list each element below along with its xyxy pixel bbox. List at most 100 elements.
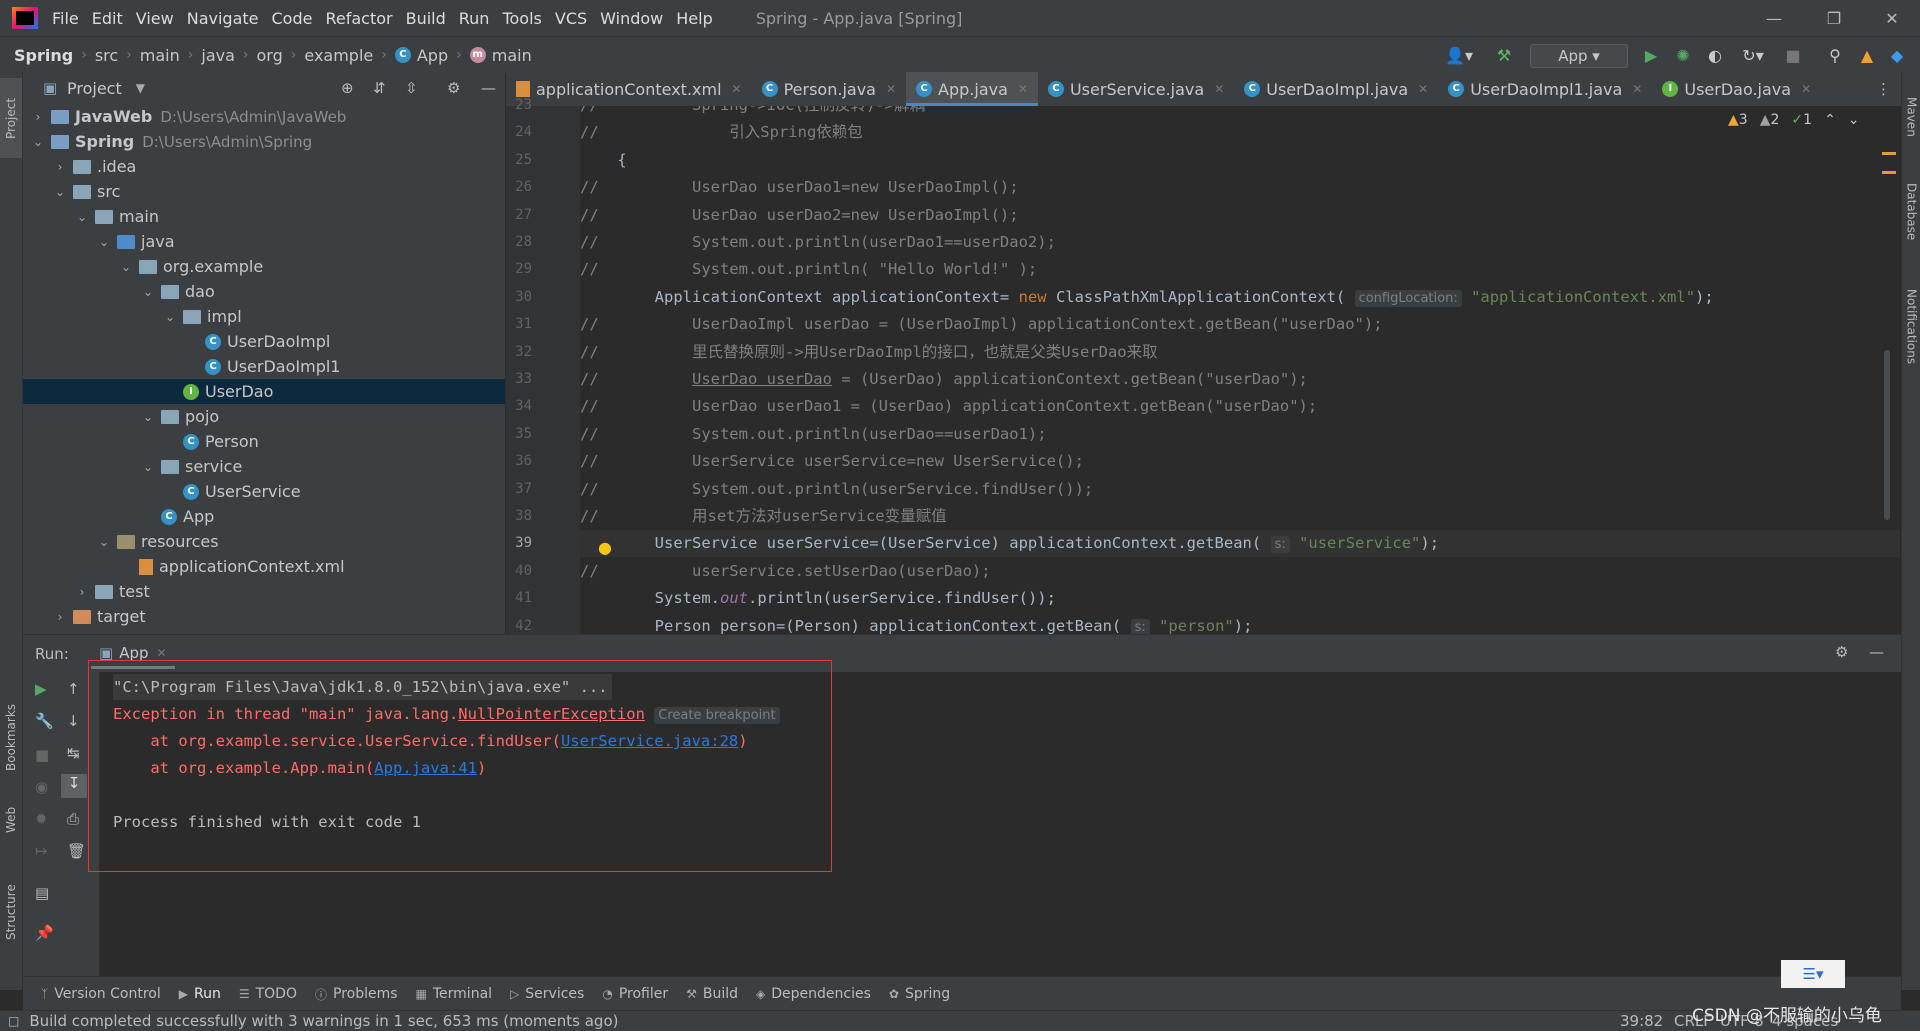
menu-edit[interactable]: Edit [92, 9, 123, 28]
tab-dependencies[interactable]: ◈ Dependencies [756, 986, 871, 1002]
code-line[interactable]: ApplicationContext applicationContext= n… [580, 284, 1900, 311]
chevron-down-icon[interactable]: ⌄ [53, 185, 67, 199]
minimize-icon[interactable]: — [1746, 0, 1802, 36]
tree-item[interactable]: › test [23, 579, 505, 604]
close-icon[interactable]: ✕ [886, 82, 896, 96]
close-icon[interactable]: ✕ [1018, 82, 1028, 96]
chevron-right-icon[interactable]: › [31, 110, 45, 124]
tree-item[interactable]: C Person [23, 429, 505, 454]
exit-icon[interactable]: ↦ [35, 842, 48, 860]
line-number[interactable]: 41 [506, 585, 532, 612]
chevron-down-icon[interactable]: ⌄ [97, 535, 111, 549]
editor-tab[interactable]: I UserDao.java ✕ [1652, 72, 1821, 106]
menu-refactor[interactable]: Refactor [325, 9, 392, 28]
code-line[interactable]: { [580, 147, 1900, 174]
tree-item[interactable]: › JavaWeb D:\Users\Admin\JavaWeb [23, 104, 505, 129]
project-panel-title[interactable]: Project [67, 79, 122, 98]
tree-item[interactable]: ⌄ org.example [23, 254, 505, 279]
tree-item[interactable]: ⌄ main [23, 204, 505, 229]
line-number[interactable]: 25 [506, 147, 532, 174]
menu-file[interactable]: File [52, 9, 79, 28]
status-toggle-icon[interactable]: □ [8, 1014, 19, 1028]
tab-version-control[interactable]: ᛉ Version Control [41, 986, 161, 1002]
chevron-down-icon[interactable]: ⌄ [97, 235, 111, 249]
breadcrumb-example[interactable]: example [304, 46, 373, 65]
chevron-down-icon[interactable]: ▼ [136, 81, 145, 95]
chevron-right-icon[interactable]: › [75, 585, 89, 599]
inspection-widget[interactable]: ▲3 ▲2 ✓1 ⌃ ⌄ [1728, 112, 1860, 128]
chevron-down-icon[interactable]: ⌄ [141, 460, 155, 474]
line-number[interactable]: 33 [506, 366, 532, 393]
stripe-structure[interactable]: Structure [0, 872, 22, 952]
code-line[interactable]: // UserDaoImpl userDao = (UserDaoImpl) a… [580, 311, 1900, 338]
stop-icon[interactable]: ■ [1782, 44, 1804, 66]
code-line[interactable]: // UserDao userDao2=new UserDaoImpl(); [580, 202, 1900, 229]
line-number[interactable]: 40 [506, 558, 532, 585]
chevron-right-icon[interactable]: › [53, 160, 67, 174]
menu-view[interactable]: View [136, 9, 174, 28]
stripe-notifications[interactable]: Notifications [1902, 272, 1920, 382]
tree-item[interactable]: ⌄ dao [23, 279, 505, 304]
code-editor[interactable]: // Spring->IOC(控制反转)->解耦// 引入Spring依赖包 {… [580, 106, 1900, 634]
camera-icon[interactable]: ◉ [35, 778, 48, 796]
breadcrumb-method-main[interactable]: m main [469, 46, 532, 65]
line-number[interactable]: 23 [506, 92, 532, 119]
close-window-icon[interactable]: ✕ [1864, 0, 1920, 36]
menu-build[interactable]: Build [406, 9, 446, 28]
print-icon[interactable]: ⎙ [67, 810, 79, 828]
close-icon[interactable]: ✕ [1214, 82, 1224, 96]
update-icon[interactable]: ▲ [1856, 44, 1878, 66]
breadcrumb-app[interactable]: C App [394, 46, 448, 65]
code-line[interactable]: // userService.setUserDao(userDao); [580, 558, 1900, 585]
tab-terminal[interactable]: ▦ Terminal [416, 986, 493, 1002]
code-line[interactable]: System.out.println(userService.findUser(… [580, 585, 1900, 612]
more-tabs-icon[interactable]: ⋮ [1876, 80, 1891, 98]
stripe-maven[interactable]: Maven [1902, 82, 1920, 152]
tree-item[interactable]: › target [23, 604, 505, 629]
editor-tab[interactable]: C App.java ✕ [906, 72, 1038, 106]
close-icon[interactable]: ✕ [1632, 82, 1642, 96]
line-number[interactable]: 37 [506, 476, 532, 503]
menu-navigate[interactable]: Navigate [187, 9, 259, 28]
settings-icon[interactable]: ✹ [35, 810, 48, 828]
user-icon[interactable]: 👤▾ [1442, 44, 1476, 66]
code-line[interactable]: // 引入Spring依赖包 [580, 119, 1900, 146]
stripe-database[interactable]: Database [1902, 172, 1920, 252]
tree-item[interactable]: ⌄ src [23, 179, 505, 204]
stripe-project[interactable]: Project [0, 78, 22, 158]
editor-scrollbar[interactable] [1884, 350, 1890, 520]
code-line[interactable]: Person person=(Person) applicationContex… [580, 613, 1900, 634]
stripe-web[interactable]: Web [0, 800, 22, 840]
code-line[interactable]: // UserDao userDao1 = (UserDao) applicat… [580, 393, 1900, 420]
line-number[interactable]: 29 [506, 256, 532, 283]
breadcrumb-main[interactable]: main [140, 46, 180, 65]
arrow-down-icon[interactable]: ↓ [67, 712, 80, 730]
line-number[interactable]: 34 [506, 393, 532, 420]
input-method-icon[interactable]: ☰▾ [1781, 960, 1845, 988]
trash-icon[interactable]: 🗑 [67, 842, 86, 860]
menu-code[interactable]: Code [272, 9, 313, 28]
code-line[interactable]: UserService userService=(UserService) ap… [580, 530, 1900, 558]
line-number[interactable]: 32 [506, 339, 532, 366]
run-config-select[interactable]: App ▾ [1530, 44, 1628, 68]
code-line[interactable]: // System.out.println( "Hello World!" ); [580, 256, 1900, 283]
breadcrumb-org[interactable]: org [257, 46, 283, 65]
coverage-icon[interactable]: ◐ [1704, 44, 1726, 66]
arrow-up-icon[interactable]: ↑ [67, 680, 80, 698]
tree-item[interactable]: ⌄ Spring D:\Users\Admin\Spring [23, 129, 505, 154]
chevron-down-icon[interactable]: ⌄ [1848, 112, 1860, 128]
tree-item[interactable]: ⌄ resources [23, 529, 505, 554]
tree-item[interactable]: C UserService [23, 479, 505, 504]
code-line[interactable]: // UserDao userDao1=new UserDaoImpl(); [580, 174, 1900, 201]
line-number[interactable]: 24 [506, 119, 532, 146]
tree-item[interactable]: applicationContext.xml [23, 554, 505, 579]
tree-item[interactable]: › .idea [23, 154, 505, 179]
tab-services[interactable]: ▷ Services [510, 986, 584, 1002]
chevron-down-icon[interactable]: ⌄ [141, 285, 155, 299]
tree-item[interactable]: ⌄ impl [23, 304, 505, 329]
code-line[interactable]: // UserDao userDao = (UserDao) applicati… [580, 366, 1900, 393]
close-icon[interactable]: ✕ [1418, 82, 1428, 96]
soft-wrap-icon[interactable]: ↹ [67, 744, 80, 762]
expand-all-icon[interactable]: ⇵ [373, 79, 386, 97]
tree-item[interactable]: I UserDao [23, 379, 505, 404]
